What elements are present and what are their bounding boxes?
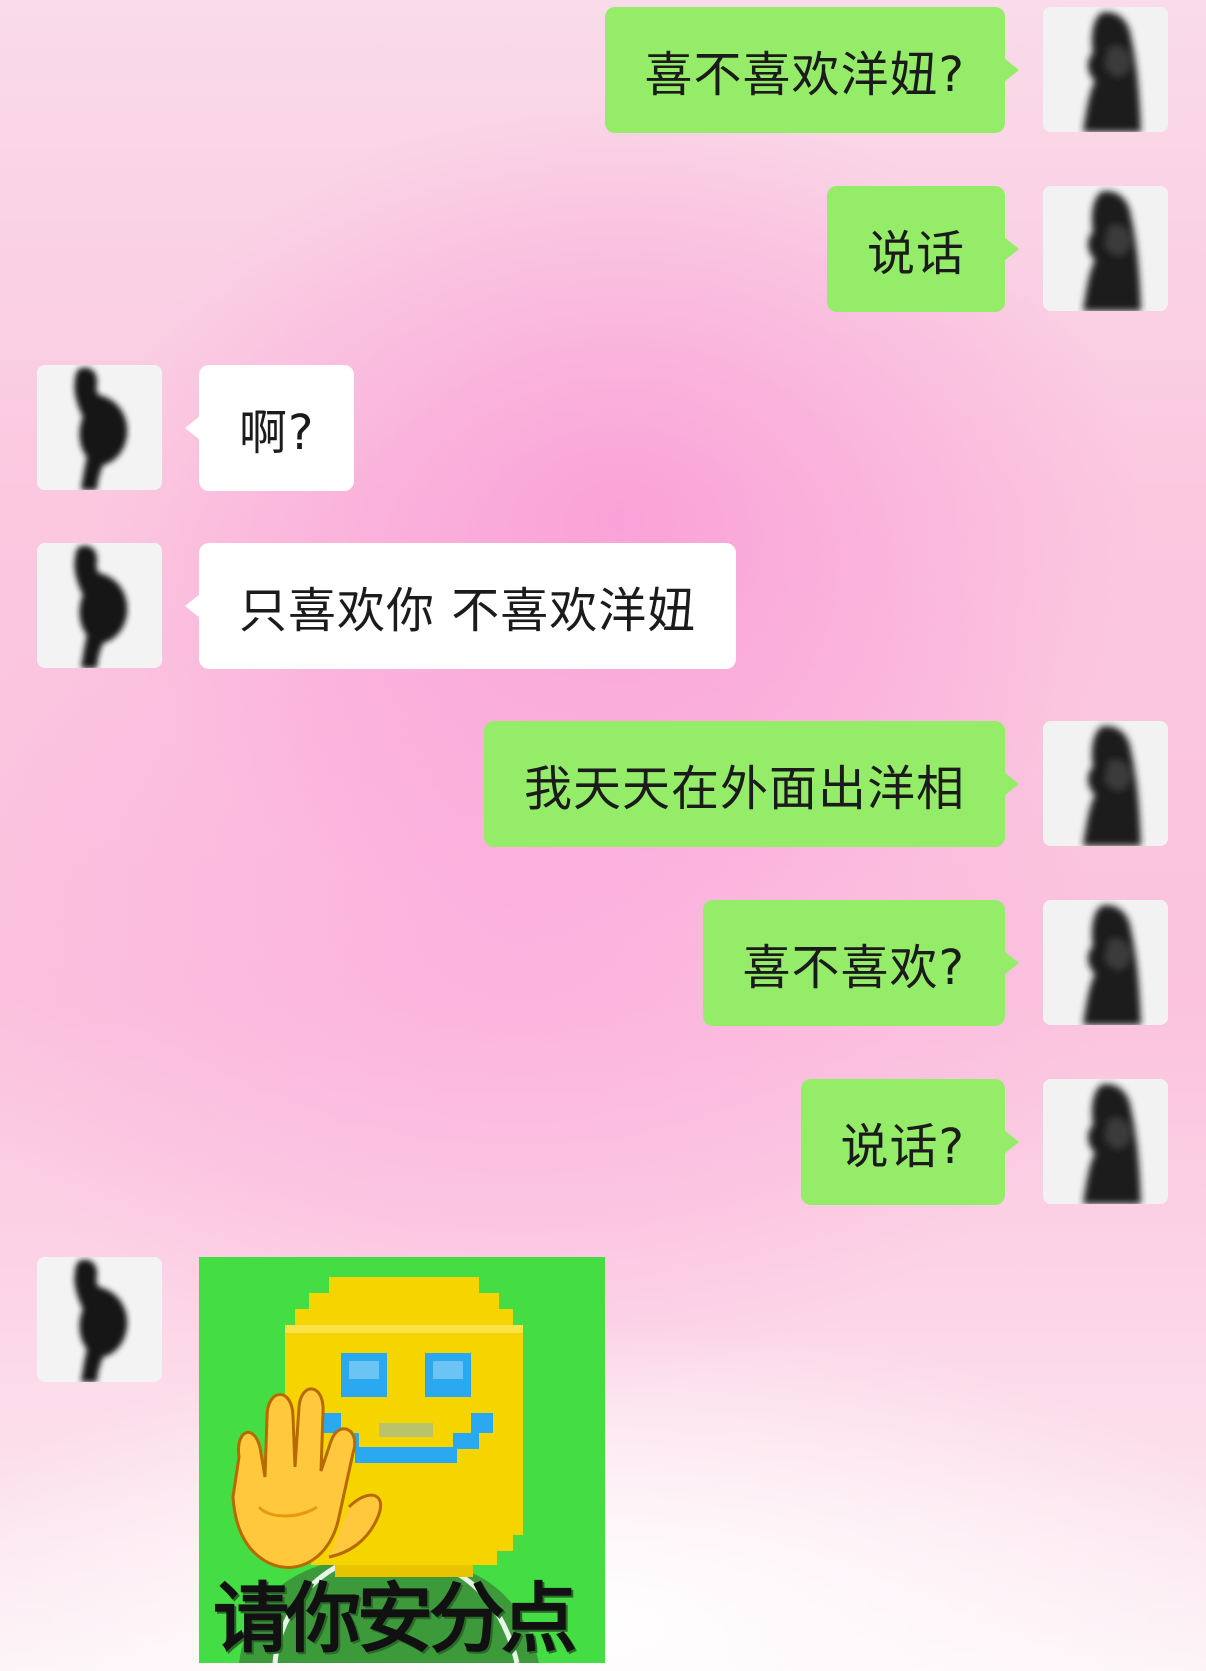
message-bubble[interactable]: 说话?: [800, 1079, 1020, 1205]
message-bubble[interactable]: 喜不喜欢洋妞?: [604, 7, 1020, 133]
message-bubble[interactable]: 只喜欢你 不喜欢洋妞: [184, 543, 737, 669]
man-silhouette-avatar[interactable]: [37, 543, 162, 668]
pixel-smiley-waving-hand-sticker[interactable]: 请你安分点: [199, 1257, 605, 1663]
chat-area: 喜不喜欢洋妞? 说话 啊? 只喜欢你 不喜欢洋妞 我天天在外面出洋相 喜不喜欢?…: [0, 0, 1206, 1671]
chat-message-outgoing: 喜不喜欢?: [0, 900, 1206, 1026]
woman-silhouette-avatar[interactable]: [1043, 7, 1168, 132]
chat-message-outgoing: 喜不喜欢洋妞?: [0, 7, 1206, 133]
woman-silhouette-avatar[interactable]: [1043, 721, 1168, 846]
message-bubble[interactable]: 啊?: [184, 365, 355, 491]
woman-silhouette-avatar[interactable]: [1043, 900, 1168, 1025]
message-bubble[interactable]: 说话: [826, 186, 1020, 312]
man-silhouette-avatar[interactable]: [37, 1257, 162, 1382]
woman-silhouette-avatar[interactable]: [1043, 1079, 1168, 1204]
sticker-caption: 请你安分点: [213, 1574, 577, 1663]
message-bubble[interactable]: 喜不喜欢?: [702, 900, 1020, 1026]
chat-message-incoming: 啊?: [0, 365, 1206, 491]
man-silhouette-avatar[interactable]: [37, 365, 162, 490]
woman-silhouette-avatar[interactable]: [1043, 186, 1168, 311]
message-bubble[interactable]: 我天天在外面出洋相: [483, 721, 1020, 847]
chat-message-outgoing: 说话: [0, 186, 1206, 312]
chat-message-outgoing: 说话?: [0, 1079, 1206, 1205]
chat-message-outgoing: 我天天在外面出洋相: [0, 721, 1206, 847]
chat-message-incoming: 只喜欢你 不喜欢洋妞: [0, 543, 1206, 669]
